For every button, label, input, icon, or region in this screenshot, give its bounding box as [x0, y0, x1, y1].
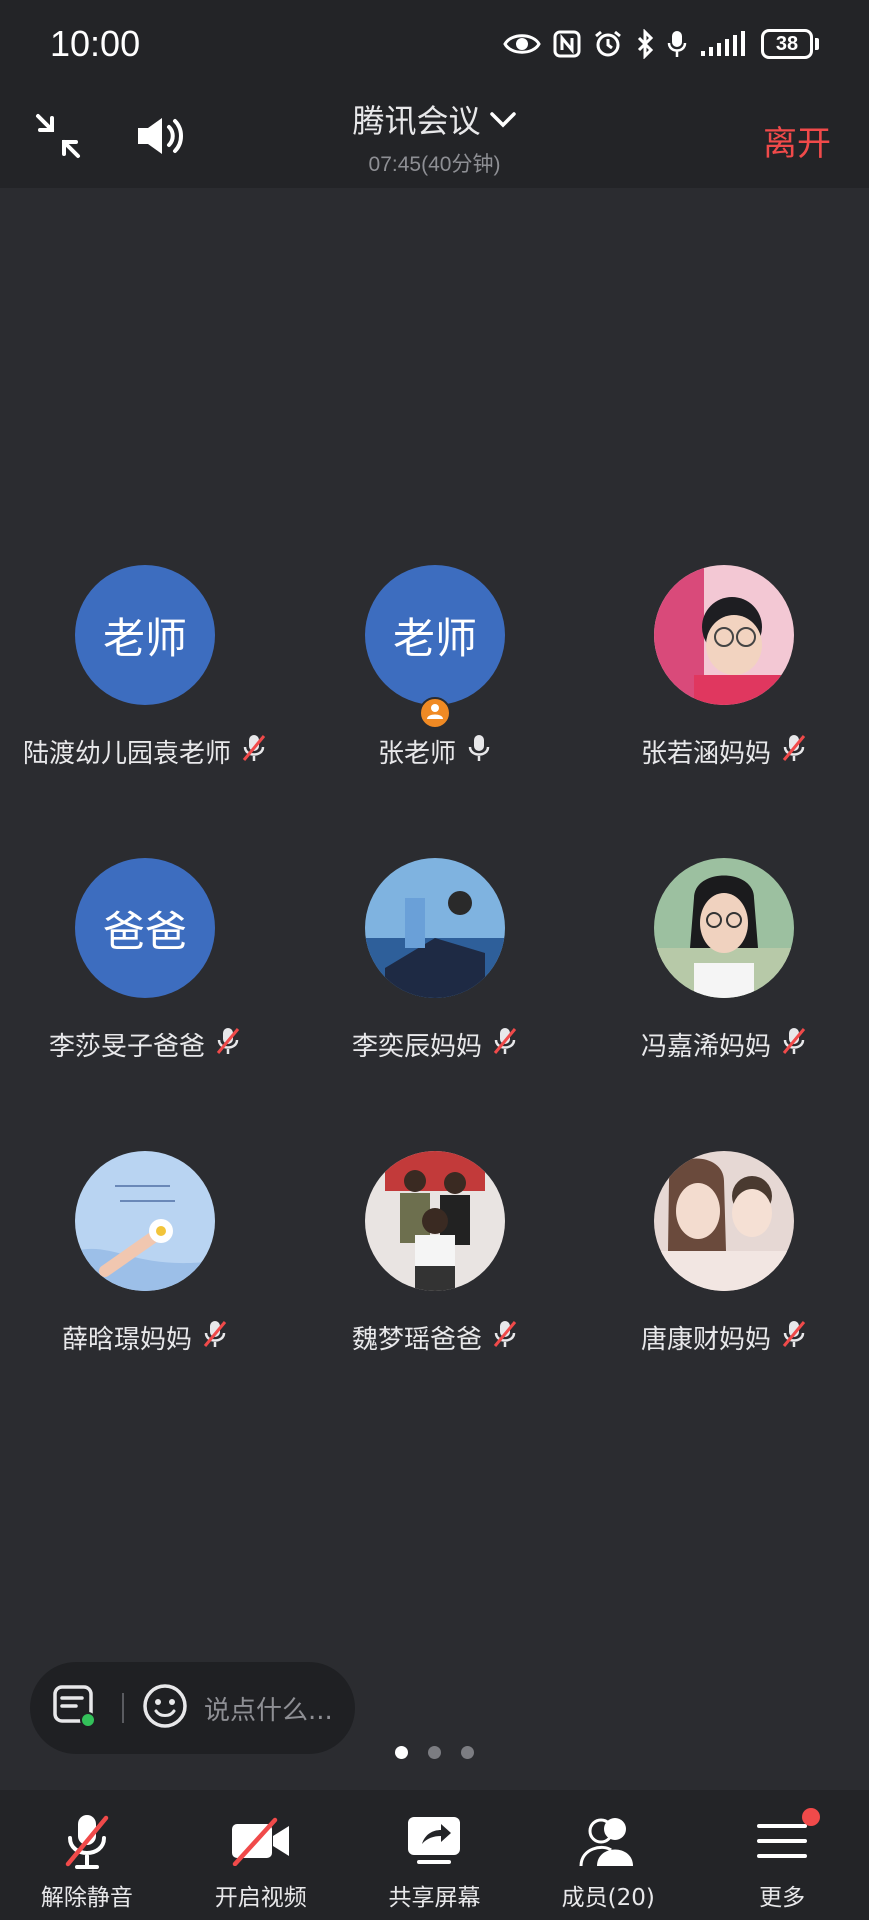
- mic-muted-icon: [492, 1319, 518, 1356]
- avatar: [75, 1151, 215, 1291]
- participant-tile[interactable]: 爸爸 李莎旻子爸爸: [0, 858, 290, 1063]
- avatar: 爸爸: [75, 858, 215, 998]
- unmute-button[interactable]: 解除静音: [0, 1790, 174, 1920]
- participant-tile[interactable]: 李奕辰妈妈: [290, 858, 580, 1063]
- participant-name: 冯嘉浠妈妈: [640, 1032, 771, 1062]
- mic-on-icon: [466, 733, 492, 770]
- participant-tile[interactable]: 魏梦瑶爸爸: [290, 1151, 580, 1356]
- mic-muted-icon: [781, 1319, 807, 1356]
- signal-icon: [699, 31, 749, 57]
- mic-muted-icon: [781, 1026, 807, 1063]
- divider: [122, 1693, 124, 1723]
- meeting-title[interactable]: 腾讯会议: [352, 96, 480, 142]
- unmute-label: 解除静音: [40, 1885, 133, 1911]
- meeting-title-area[interactable]: 腾讯会议 07:45(40分钟): [0, 96, 869, 178]
- mic-muted-icon: [202, 1319, 228, 1356]
- participant-tile[interactable]: 唐康财妈妈: [579, 1151, 869, 1356]
- participant-name: 薛晗璟妈妈: [61, 1325, 192, 1355]
- avatar: [654, 1151, 794, 1291]
- participant-tile[interactable]: 老师 张老师: [290, 565, 580, 770]
- leave-button[interactable]: 离开: [763, 116, 831, 165]
- avatar: [654, 565, 794, 705]
- participant-name: 李莎旻子爸爸: [48, 1032, 205, 1062]
- start-video-button[interactable]: 开启视频: [174, 1790, 348, 1920]
- participant-name: 李奕辰妈妈: [351, 1032, 482, 1062]
- meeting-top-bar: 腾讯会议 07:45(40分钟) 离开: [0, 88, 869, 188]
- avatar: 老师: [75, 565, 215, 705]
- mic-muted-icon: [781, 733, 807, 770]
- menu-icon: [755, 1818, 809, 1868]
- participant-name: 唐康财妈妈: [640, 1325, 771, 1355]
- avatar: [365, 858, 505, 998]
- chat-input[interactable]: 说点什么...: [204, 1690, 333, 1727]
- battery-icon: 38: [761, 29, 819, 59]
- chevron-down-icon: [489, 100, 517, 138]
- participant-tile[interactable]: 冯嘉浠妈妈: [579, 858, 869, 1063]
- more-label: 更多: [759, 1885, 806, 1911]
- avatar: 老师: [365, 565, 505, 705]
- participant-tile[interactable]: 老师 陆渡幼儿园袁老师: [0, 565, 290, 770]
- host-badge: [419, 697, 451, 729]
- chat-input-bar[interactable]: 说点什么...: [30, 1662, 355, 1754]
- battery-level: 38: [761, 29, 813, 59]
- status-time: 10:00: [50, 23, 141, 64]
- emoji-icon[interactable]: [142, 1683, 188, 1733]
- share-screen-label: 共享屏幕: [388, 1885, 481, 1911]
- alarm-icon: [593, 29, 623, 59]
- meeting-toolbar: 解除静音 开启视频 共享屏幕 成员(20) 更多: [0, 1790, 869, 1920]
- members-label: 成员(20): [561, 1885, 655, 1911]
- start-video-label: 开启视频: [214, 1885, 307, 1911]
- eye-icon: [503, 31, 541, 57]
- share-screen-button[interactable]: 共享屏幕: [348, 1790, 522, 1920]
- participant-tile[interactable]: 张若涵妈妈: [579, 565, 869, 770]
- share-screen-icon: [405, 1814, 463, 1872]
- person-icon: [426, 702, 444, 724]
- members-icon: [577, 1814, 639, 1872]
- members-button[interactable]: 成员(20): [521, 1790, 695, 1920]
- participant-name: 张若涵妈妈: [640, 739, 771, 769]
- page-dot-3[interactable]: [461, 1746, 474, 1759]
- notification-dot: [802, 1808, 821, 1826]
- bluetooth-icon: [635, 29, 655, 59]
- subtitle-icon[interactable]: [52, 1684, 98, 1732]
- more-button[interactable]: 更多: [695, 1790, 869, 1920]
- mic-muted-icon: [241, 733, 267, 770]
- status-bar: 10:00 38: [0, 0, 869, 88]
- page-dot-1[interactable]: [395, 1746, 408, 1759]
- page-dot-2[interactable]: [428, 1746, 441, 1759]
- participant-name: 陆渡幼儿园袁老师: [22, 739, 231, 769]
- participant-tile[interactable]: 薛晗璟妈妈: [0, 1151, 290, 1356]
- mic-muted-icon: [492, 1026, 518, 1063]
- nfc-icon: [553, 30, 581, 58]
- meeting-duration: 07:45(40分钟): [368, 153, 501, 176]
- status-icons: 38: [503, 29, 819, 59]
- participant-name: 张老师: [377, 739, 456, 769]
- mic-muted-icon: [62, 1812, 112, 1874]
- avatar: [365, 1151, 505, 1291]
- page-indicator: [0, 1746, 869, 1759]
- mic-status-icon: [667, 29, 687, 59]
- avatar: [654, 858, 794, 998]
- participant-name: 魏梦瑶爸爸: [351, 1325, 482, 1355]
- video-off-icon: [229, 1816, 293, 1870]
- mic-muted-icon: [215, 1026, 241, 1063]
